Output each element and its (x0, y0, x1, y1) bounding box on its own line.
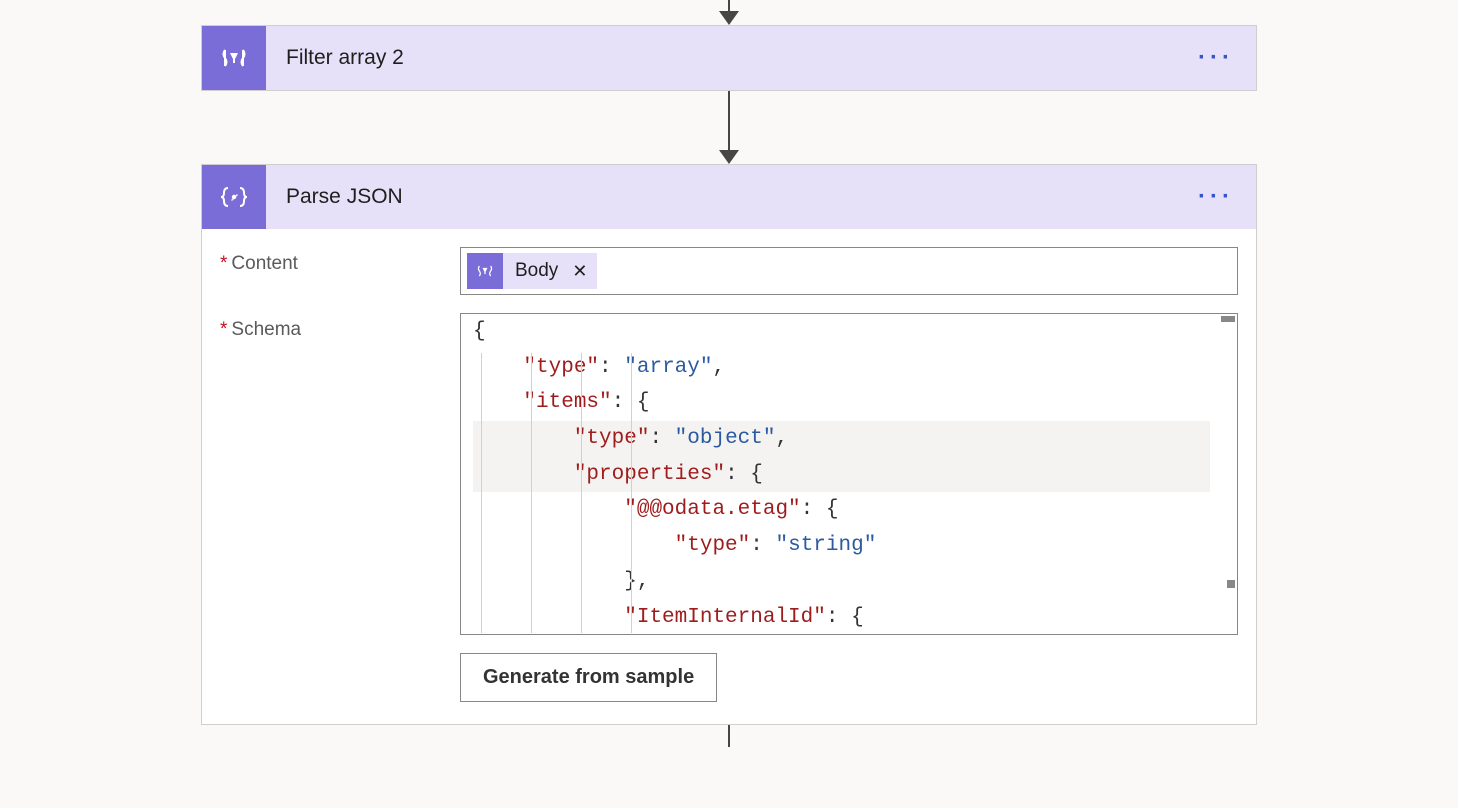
step-parse-json: Parse JSON ··· *Content (201, 164, 1257, 725)
content-input[interactable]: Body ✕ (460, 247, 1238, 295)
filter-token-icon (467, 253, 503, 289)
step-header-filter[interactable]: Filter array 2 ··· (202, 26, 1256, 90)
field-label-text: Content (231, 253, 298, 274)
scrollbar-thumb[interactable] (1227, 580, 1235, 588)
step-header-parse[interactable]: Parse JSON ··· (202, 165, 1256, 229)
schema-editor[interactable]: { "type": "array", "items": { "type": "o… (460, 313, 1238, 635)
step-filter-array-2: Filter array 2 ··· (201, 25, 1257, 91)
field-content-row: *Content Body ✕ (220, 247, 1238, 295)
field-label-text: Schema (231, 319, 301, 340)
filter-action-icon (202, 26, 266, 90)
code-line: }, (473, 564, 1225, 600)
code-line: "@@odata.etag": { (473, 492, 1225, 528)
token-label: Body (503, 260, 568, 282)
token-remove-icon[interactable]: ✕ (568, 262, 597, 280)
dynamic-token-body[interactable]: Body ✕ (467, 253, 597, 289)
field-label-schema: *Schema (220, 313, 460, 702)
generate-from-sample-button[interactable]: Generate from sample (460, 653, 717, 702)
step-title: Parse JSON (266, 185, 1176, 209)
code-line: "type": "object", (473, 421, 1210, 457)
scrollbar[interactable] (1221, 314, 1235, 634)
code-line: "properties": { (473, 457, 1210, 493)
flow-arrow-top (719, 0, 739, 25)
step-menu-button[interactable]: ··· (1176, 183, 1256, 211)
scrollbar-thumb[interactable] (1221, 316, 1235, 322)
code-line: "items": { (473, 385, 1225, 421)
code-line: { (473, 314, 1225, 350)
flow-arrow-bottom (728, 725, 730, 747)
field-schema-row: *Schema { "type": "array", "items": { "t… (220, 313, 1238, 702)
code-line: "ItemInternalId": { (473, 600, 1225, 636)
code-line: "type": "array", (473, 350, 1225, 386)
field-label-content: *Content (220, 247, 460, 295)
step-body-parse: *Content Body ✕ (202, 229, 1256, 724)
required-star-icon: * (220, 253, 227, 274)
flow-arrow-mid (719, 91, 739, 164)
step-title: Filter array 2 (266, 46, 1176, 70)
parse-json-icon (202, 165, 266, 229)
required-star-icon: * (220, 319, 227, 340)
step-menu-button[interactable]: ··· (1176, 44, 1256, 72)
code-line: "type": "string" (473, 528, 1225, 564)
